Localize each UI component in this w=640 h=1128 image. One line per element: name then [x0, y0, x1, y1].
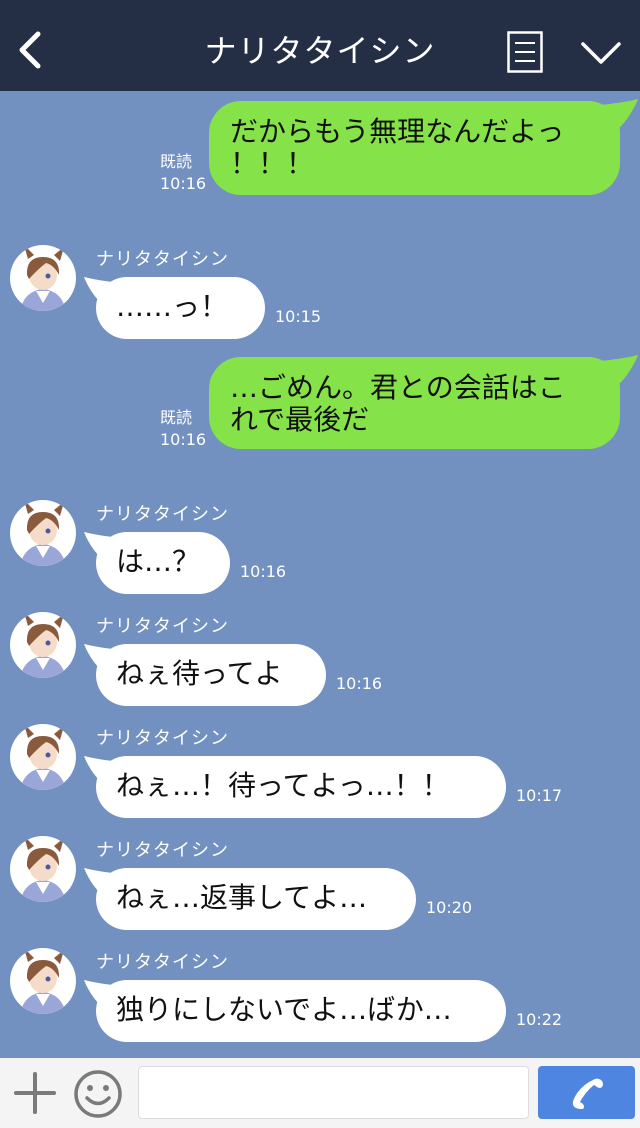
call-button[interactable] — [538, 1066, 635, 1119]
plus-icon[interactable] — [14, 1072, 56, 1114]
message-time: 10:15 — [275, 307, 322, 326]
sender-name: ナリタタイシン — [96, 249, 229, 270]
message-bubble[interactable]: 独りにしないでよ…ばか… — [96, 980, 506, 1042]
sender-name: ナリタタイシン — [96, 952, 229, 973]
phone-icon — [572, 1078, 603, 1109]
message-bubble[interactable]: は…？ — [96, 532, 230, 594]
message-time: 10:22 — [516, 1010, 563, 1029]
avatar[interactable] — [10, 245, 76, 311]
incoming-message: ナリタタイシン ねぇ…！待ってよっ…！！ 10:17 — [0, 720, 640, 820]
incoming-message: ナリタタイシン は…？ 10:16 — [0, 496, 640, 596]
incoming-message: ナリタタイシン ねぇ待ってよ 10:16 — [0, 608, 640, 708]
message-bubble[interactable]: ……っ！ — [96, 277, 265, 339]
avatar[interactable] — [10, 724, 76, 790]
message-time: 10:16 — [336, 674, 383, 693]
avatar[interactable] — [10, 500, 76, 566]
sender-name: ナリタタイシン — [96, 616, 229, 637]
message-bubble[interactable]: だからもう無理なんだよっ ！！！ — [209, 101, 620, 195]
outgoing-message: 既読 10:16 …ごめん。君との会話はこ れで最後だ — [0, 347, 640, 457]
message-time: 10:16 — [240, 562, 287, 581]
message-bubble[interactable]: …ごめん。君との会話はこ れで最後だ — [209, 357, 620, 449]
avatar-image — [20, 836, 66, 902]
message-bubble[interactable]: ねぇ…返事してよ… — [96, 868, 416, 930]
smiley-icon[interactable] — [73, 1069, 123, 1119]
read-receipt: 既読 10:16 — [160, 152, 207, 193]
avatar-image — [20, 612, 66, 678]
chat-title: ナリタタイシン — [204, 32, 436, 70]
incoming-message: ナリタタイシン ねぇ…返事してよ… 10:20 — [0, 832, 640, 932]
sender-name: ナリタタイシン — [96, 728, 229, 749]
notes-icon[interactable] — [507, 31, 543, 73]
avatar-image — [20, 948, 66, 1014]
message-list[interactable]: 既読 10:16 だからもう無理なんだよっ ！！！ ナリタタイシン ……っ！ 1… — [0, 91, 640, 1058]
chevron-down-icon[interactable] — [580, 40, 622, 66]
message-composer — [0, 1058, 640, 1128]
message-input[interactable] — [138, 1066, 529, 1119]
incoming-message: ナリタタイシン ……っ！ 10:15 — [0, 241, 640, 341]
avatar[interactable] — [10, 948, 76, 1014]
avatar[interactable] — [10, 612, 76, 678]
message-time: 10:20 — [426, 898, 473, 917]
avatar-image — [20, 500, 66, 566]
outgoing-message: 既読 10:16 だからもう無理なんだよっ ！！！ — [0, 91, 640, 201]
message-time: 10:17 — [516, 786, 563, 805]
read-receipt: 既読 10:16 — [160, 408, 207, 449]
sender-name: ナリタタイシン — [96, 840, 229, 861]
avatar[interactable] — [10, 836, 76, 902]
incoming-message: ナリタタイシン 独りにしないでよ…ばか… 10:22 — [0, 944, 640, 1044]
sender-name: ナリタタイシン — [96, 504, 229, 525]
chat-header: ナリタタイシン — [0, 0, 640, 91]
message-bubble[interactable]: ねぇ…！待ってよっ…！！ — [96, 756, 506, 818]
avatar-image — [20, 724, 66, 790]
message-bubble[interactable]: ねぇ待ってよ — [96, 644, 326, 706]
avatar-image — [20, 245, 66, 311]
